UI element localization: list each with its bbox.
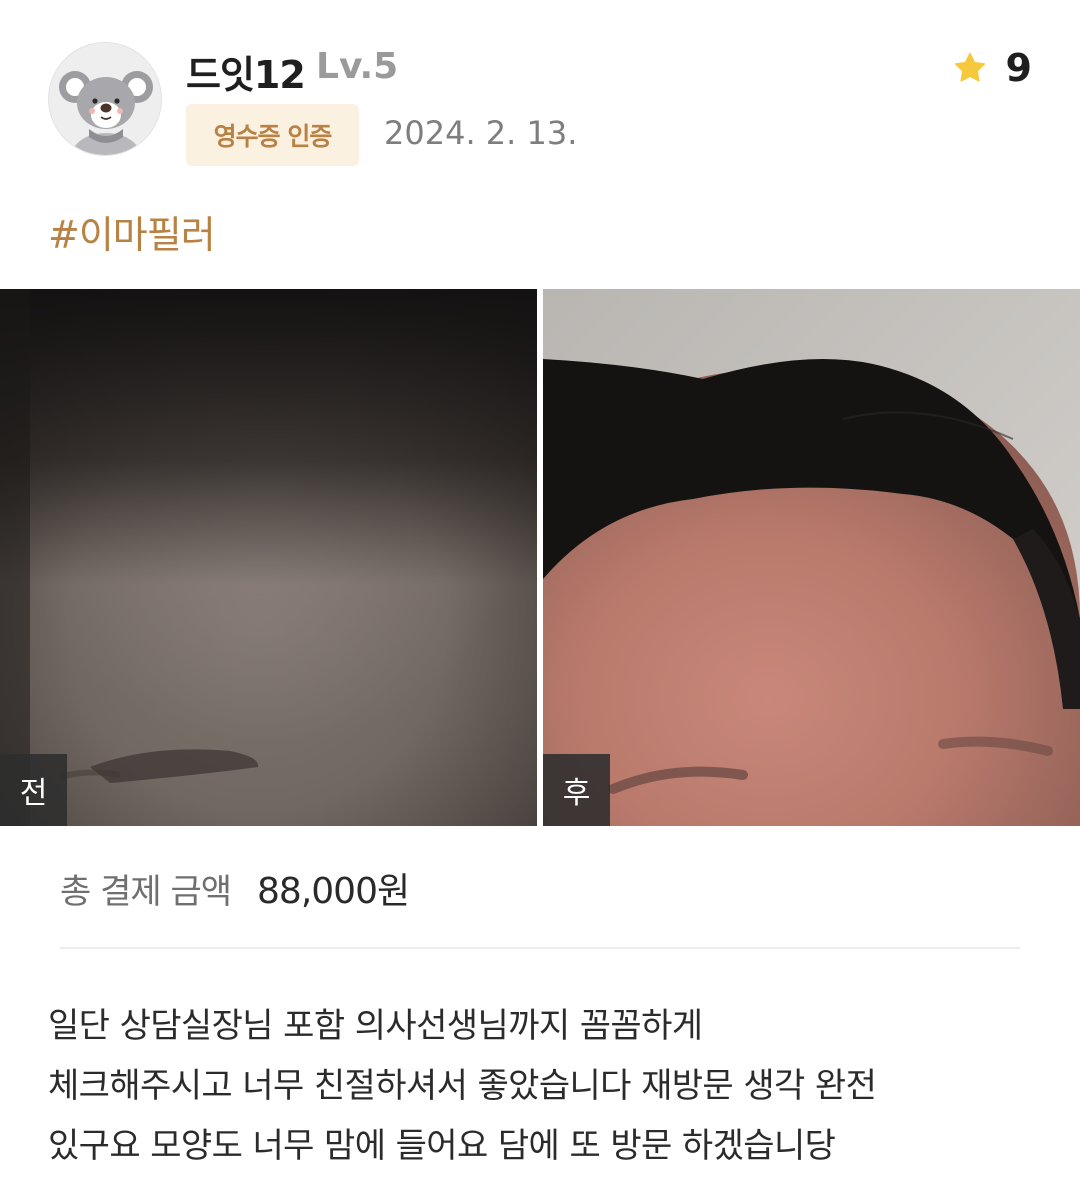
star-icon: [952, 50, 988, 86]
review-card: 드잇12 Lv.5 영수증 인증 2024. 2. 13. 9 #이마필러 전 …: [0, 0, 1080, 1202]
after-photo[interactable]: 후: [543, 289, 1080, 826]
divider: [60, 947, 1020, 949]
review-line: 일단 상담실장님 포함 의사선생님까지 꼼꼼하게: [48, 1006, 703, 1046]
review-line: 있구요 모양도 너무 맘에 들어요 담에 또 방문 하겠습니당: [48, 1126, 836, 1166]
receipt-verified-badge: 영수증 인증: [186, 104, 359, 166]
rating-value: 9: [1005, 46, 1032, 90]
author-name[interactable]: 드잇12: [186, 44, 306, 99]
rating: 9: [952, 46, 1032, 90]
before-photo[interactable]: 전: [0, 289, 537, 826]
payment-amount: 88,000원: [257, 871, 410, 912]
before-label: 전: [0, 754, 67, 826]
review-line: 체크해주시고 너무 친절하셔서 좋았습니다 재방문 생각 완전: [48, 1066, 877, 1106]
payment-label: 총 결제 금액: [60, 872, 232, 912]
review-date: 2024. 2. 13.: [384, 114, 578, 152]
author-level: Lv.5: [316, 46, 399, 87]
before-photo-image: [0, 289, 537, 826]
koala-icon: [49, 43, 161, 155]
review-text: 일단 상담실장님 포함 의사선생님까지 꼼꼼하게 체크해주시고 너무 친절하셔서…: [48, 996, 1048, 1176]
koala-avatar[interactable]: [48, 42, 162, 156]
after-label: 후: [543, 754, 610, 826]
hashtag-link[interactable]: #이마필러: [48, 204, 216, 259]
after-photo-image: [543, 289, 1080, 826]
payment-summary: 총 결제 금액 88,000원: [60, 862, 410, 914]
